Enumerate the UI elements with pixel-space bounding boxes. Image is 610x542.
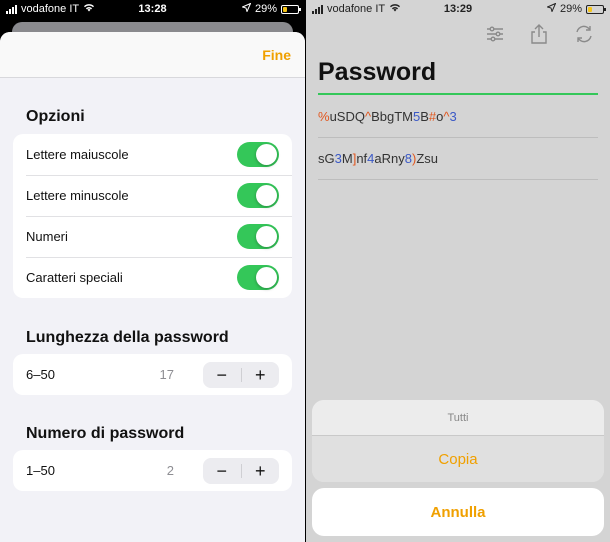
share-icon[interactable]	[527, 22, 551, 46]
password-segment: B	[420, 109, 429, 124]
settings-screen: vodafone IT 13:28 29% Fine Opzioni Lette…	[0, 0, 305, 542]
option-uppercase: Lettere maiuscole	[13, 134, 292, 175]
length-increment-button[interactable]: +	[242, 362, 280, 388]
copy-button[interactable]: Copia	[312, 436, 604, 482]
length-title: Lunghezza della password	[26, 329, 229, 346]
password-segment: M	[341, 151, 353, 166]
option-label: Numeri	[26, 229, 68, 244]
count-title: Numero di password	[26, 425, 185, 442]
sheet-header: Fine	[0, 32, 305, 78]
password-screen: vodafone IT 13:29 29% Password % uSDQ ^ Bbg…	[306, 0, 610, 542]
password-segment: #	[428, 109, 437, 124]
status-right: 29%	[545, 2, 606, 15]
password-segment: 3	[334, 151, 342, 166]
password-segment: BbgTM	[371, 109, 413, 124]
password-segment: 8	[404, 151, 412, 166]
option-label: Lettere minuscole	[26, 188, 129, 203]
options-title: Opzioni	[26, 108, 85, 125]
toolbar	[306, 22, 610, 50]
password-segment: %	[318, 109, 330, 124]
page-title: Password	[318, 58, 437, 86]
location-arrow-icon	[240, 2, 252, 15]
password-segment: uSDQ	[329, 109, 365, 124]
length-value: 17	[159, 367, 174, 382]
action-sheet: Tutti Copia	[312, 400, 604, 482]
done-button[interactable]: Fine	[262, 47, 291, 63]
option-label: Caratteri speciali	[26, 270, 123, 285]
password-segment: Zsu	[416, 151, 439, 166]
status-right: 29%	[240, 2, 301, 15]
numbers-toggle[interactable]	[237, 224, 279, 249]
option-lowercase: Lettere minuscole	[13, 175, 292, 216]
password-segment: 3	[449, 109, 457, 124]
count-range: 1–50	[26, 463, 55, 478]
count-stepper: − +	[203, 458, 279, 484]
password-segment: o	[436, 109, 444, 124]
password-row[interactable]: s G 3 M] nf 4 aRny 8) Zsu	[318, 138, 598, 180]
status-bar: vodafone IT 13:28 29%	[0, 0, 305, 20]
count-decrement-button[interactable]: −	[203, 458, 241, 484]
password-segment: 4	[367, 151, 375, 166]
count-increment-button[interactable]: +	[242, 458, 280, 484]
count-value: 2	[166, 463, 174, 478]
uppercase-toggle[interactable]	[237, 142, 279, 167]
length-decrement-button[interactable]: −	[203, 362, 241, 388]
title-underline	[318, 93, 598, 95]
password-segment: aRny	[374, 151, 405, 166]
location-arrow-icon	[545, 2, 557, 15]
password-row[interactable]: % uSDQ ^ BbgTM 5 B # o ^ 3	[318, 96, 598, 138]
battery-icon	[281, 4, 301, 14]
sliders-icon[interactable]	[483, 22, 507, 46]
length-group: 6–50 17 − +	[13, 354, 292, 395]
option-numbers: Numeri	[13, 216, 292, 257]
length-stepper: − +	[203, 362, 279, 388]
length-range: 6–50	[26, 367, 55, 382]
password-segment: G	[324, 151, 335, 166]
options-group: Lettere maiuscole Lettere minuscole Nume…	[13, 134, 292, 298]
option-label: Lettere maiuscole	[26, 147, 129, 162]
password-segment: nf	[356, 151, 368, 166]
battery-percent: 29%	[559, 3, 582, 15]
battery-icon	[586, 4, 606, 14]
lowercase-toggle[interactable]	[237, 183, 279, 208]
battery-percent: 29%	[254, 3, 277, 15]
status-bar: vodafone IT 13:29 29%	[306, 0, 610, 20]
count-group: 1–50 2 − +	[13, 450, 292, 491]
cancel-button[interactable]: Annulla	[312, 488, 604, 536]
special-chars-toggle[interactable]	[237, 265, 279, 290]
refresh-icon[interactable]	[572, 22, 596, 46]
password-segment: 5	[412, 109, 421, 124]
action-sheet-title: Tutti	[312, 400, 604, 436]
option-special-chars: Caratteri speciali	[13, 257, 292, 298]
length-row: 6–50 17 − +	[13, 354, 292, 395]
count-row: 1–50 2 − +	[13, 450, 292, 491]
